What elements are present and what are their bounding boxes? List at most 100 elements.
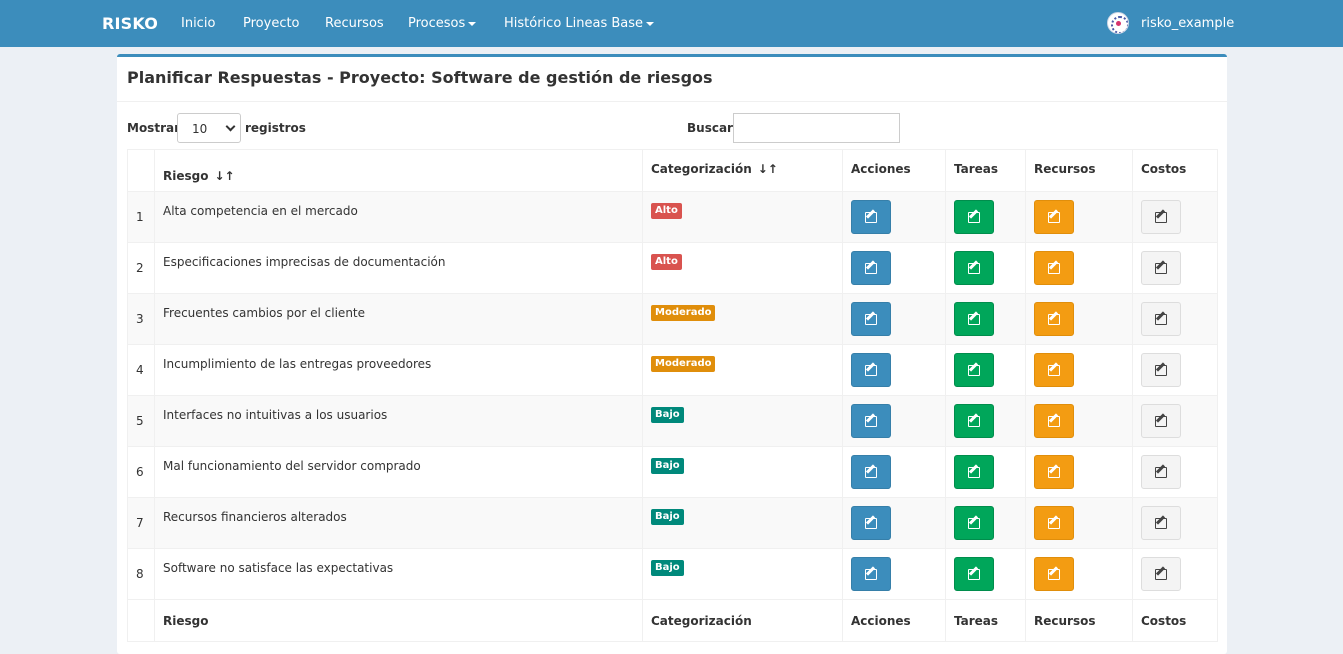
- tareas-edit-button[interactable]: [954, 302, 994, 336]
- acciones-edit-button[interactable]: [851, 455, 891, 489]
- row-number: 8: [127, 548, 155, 600]
- nav-recursos[interactable]: Recursos: [325, 16, 384, 31]
- category-cell: Alto: [642, 242, 843, 294]
- edit-icon: [1048, 365, 1060, 376]
- edit-icon: [865, 365, 877, 376]
- acciones-edit-button[interactable]: [851, 557, 891, 591]
- row-number: 6: [127, 446, 155, 498]
- costos-edit-button[interactable]: [1141, 455, 1181, 489]
- edit-icon: [865, 518, 877, 529]
- acciones-edit-button[interactable]: [851, 302, 891, 336]
- edit-icon: [1155, 212, 1167, 223]
- length-select[interactable]: 10: [177, 113, 241, 143]
- col-header-riesgo[interactable]: Riesgo ↓↑: [154, 149, 643, 192]
- tareas-edit-button[interactable]: [954, 557, 994, 591]
- nav-inicio[interactable]: Inicio: [181, 16, 215, 31]
- category-badge: Moderado: [651, 355, 716, 372]
- risks-table: Riesgo ↓↑ Categorización ↓↑ Acciones Tarea…: [127, 149, 1218, 642]
- tareas-cell: [945, 242, 1026, 294]
- search-input[interactable]: [733, 113, 900, 143]
- footer-categorizacion: Categorización: [642, 599, 843, 642]
- edit-icon: [1048, 569, 1060, 580]
- recursos-edit-button[interactable]: [1034, 200, 1074, 234]
- category-badge: Bajo: [651, 508, 684, 525]
- costos-cell: [1132, 242, 1218, 294]
- nav-procesos-label: Procesos: [408, 16, 466, 31]
- edit-icon: [1155, 467, 1167, 478]
- edit-icon: [1048, 467, 1060, 478]
- recursos-edit-button[interactable]: [1034, 302, 1074, 336]
- risk-name: Especificaciones imprecisas de documenta…: [154, 242, 643, 294]
- recursos-edit-button[interactable]: [1034, 506, 1074, 540]
- page-title: Planificar Respuestas - Proyecto: Softwa…: [127, 68, 713, 87]
- row-number: 5: [127, 395, 155, 447]
- costos-cell: [1132, 548, 1218, 600]
- recursos-edit-button[interactable]: [1034, 353, 1074, 387]
- costos-edit-button[interactable]: [1141, 557, 1181, 591]
- row-number: 1: [127, 191, 155, 243]
- risk-name: Software no satisface las expectativas: [154, 548, 643, 600]
- tareas-edit-button[interactable]: [954, 404, 994, 438]
- col-header-recursos: Recursos: [1025, 149, 1133, 192]
- table-row: 8 Software no satisface las expectativas…: [127, 548, 1218, 600]
- acciones-edit-button[interactable]: [851, 506, 891, 540]
- col-header-categorizacion[interactable]: Categorización ↓↑: [642, 149, 843, 192]
- table-footer-row: Riesgo Categorización Acciones Tareas Re…: [127, 599, 1218, 642]
- acciones-edit-button[interactable]: [851, 353, 891, 387]
- tareas-edit-button[interactable]: [954, 506, 994, 540]
- tareas-edit-button[interactable]: [954, 455, 994, 489]
- category-badge: Bajo: [651, 559, 684, 576]
- recursos-edit-button[interactable]: [1034, 404, 1074, 438]
- avatar: [1107, 12, 1129, 34]
- brand-logo[interactable]: RISKO: [102, 14, 158, 33]
- nav-procesos[interactable]: Procesos: [408, 16, 477, 31]
- footer-tareas: Tareas: [945, 599, 1026, 642]
- tareas-cell: [945, 191, 1026, 243]
- recursos-edit-button[interactable]: [1034, 251, 1074, 285]
- costos-edit-button[interactable]: [1141, 302, 1181, 336]
- tareas-edit-button[interactable]: [954, 353, 994, 387]
- user-menu[interactable]: risko_example: [1107, 12, 1234, 34]
- nav-proyecto[interactable]: Proyecto: [243, 16, 300, 31]
- edit-icon: [865, 314, 877, 325]
- edit-icon: [1155, 569, 1167, 580]
- content-box: Planificar Respuestas - Proyecto: Softwa…: [117, 54, 1227, 654]
- acciones-edit-button[interactable]: [851, 200, 891, 234]
- recursos-edit-button[interactable]: [1034, 557, 1074, 591]
- edit-icon: [968, 365, 980, 376]
- edit-icon: [968, 569, 980, 580]
- category-badge: Moderado: [651, 304, 716, 321]
- costos-edit-button[interactable]: [1141, 251, 1181, 285]
- nav-recursos-label: Recursos: [325, 16, 384, 31]
- tareas-edit-button[interactable]: [954, 251, 994, 285]
- acciones-cell: [842, 293, 946, 345]
- tareas-edit-button[interactable]: [954, 200, 994, 234]
- recursos-cell: [1025, 344, 1133, 396]
- recursos-cell: [1025, 548, 1133, 600]
- recursos-cell: [1025, 446, 1133, 498]
- footer-acciones: Acciones: [842, 599, 946, 642]
- table-controls: Mostrar 10 registros Buscar:: [127, 113, 1217, 145]
- edit-icon: [1048, 314, 1060, 325]
- costos-edit-button[interactable]: [1141, 506, 1181, 540]
- acciones-cell: [842, 344, 946, 396]
- category-badge: Alto: [651, 202, 682, 219]
- category-cell: Alto: [642, 191, 843, 243]
- risk-name: Frecuentes cambios por el cliente: [154, 293, 643, 345]
- recursos-edit-button[interactable]: [1034, 455, 1074, 489]
- nav-historico[interactable]: Histórico Lineas Base: [504, 16, 655, 31]
- costos-edit-button[interactable]: [1141, 200, 1181, 234]
- costos-edit-button[interactable]: [1141, 353, 1181, 387]
- edit-icon: [865, 263, 877, 274]
- edit-icon: [968, 416, 980, 427]
- edit-icon: [1048, 518, 1060, 529]
- edit-icon: [865, 212, 877, 223]
- col-header-tareas: Tareas: [945, 149, 1026, 192]
- acciones-edit-button[interactable]: [851, 251, 891, 285]
- edit-icon: [968, 263, 980, 274]
- edit-icon: [968, 467, 980, 478]
- costos-edit-button[interactable]: [1141, 404, 1181, 438]
- col-header-acciones: Acciones: [842, 149, 946, 192]
- col-header-riesgo-label: Riesgo: [163, 168, 209, 183]
- acciones-edit-button[interactable]: [851, 404, 891, 438]
